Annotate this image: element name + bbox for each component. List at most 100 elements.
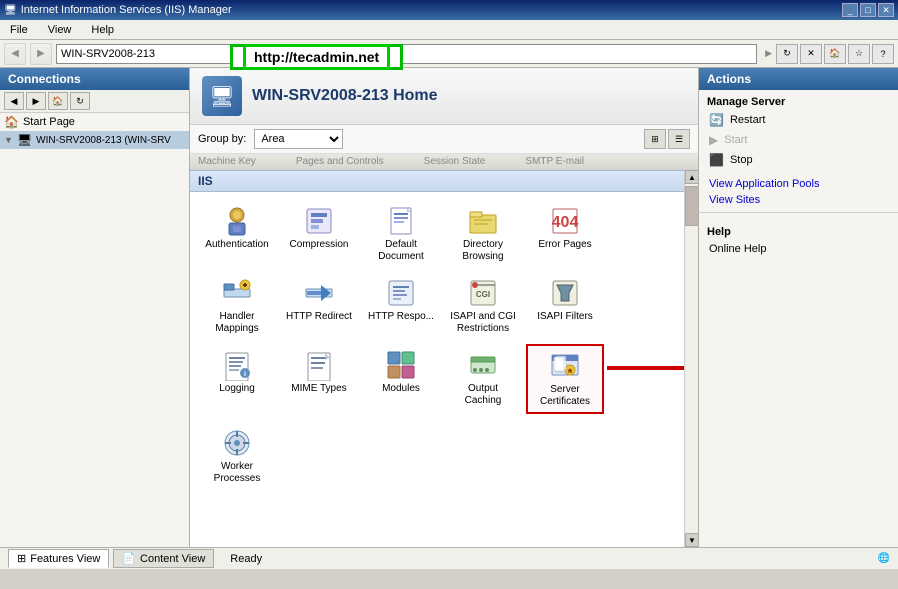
authentication-icon bbox=[221, 205, 253, 237]
prev-col-4: SMTP E-mail bbox=[525, 156, 584, 167]
help-nav-button[interactable]: ? bbox=[872, 44, 894, 64]
home-button[interactable]: 🏠 bbox=[824, 44, 846, 64]
view-app-pools-link[interactable]: View Application Pools bbox=[699, 176, 898, 192]
window-title: Internet Information Services (IIS) Mana… bbox=[21, 4, 232, 16]
minimize-button[interactable]: _ bbox=[842, 3, 858, 17]
menu-help[interactable]: Help bbox=[85, 22, 120, 38]
default-document-label: Default Document bbox=[367, 239, 435, 263]
mime-types-label: MIME Types bbox=[291, 383, 346, 395]
vertical-scrollbar[interactable]: ▲ ▼ bbox=[684, 170, 698, 547]
tab-content-view[interactable]: 📄 Content View bbox=[113, 549, 214, 568]
authentication-label: Authentication bbox=[205, 239, 268, 251]
error-pages-label: Error Pages bbox=[538, 239, 591, 251]
title-bar: 🖥 Internet Information Services (IIS) Ma… bbox=[0, 0, 898, 20]
content-area: 🖥 WIN-SRV2008-213 Home Group by: Area No… bbox=[190, 68, 698, 547]
scroll-thumb[interactable] bbox=[685, 186, 698, 226]
feature-modules[interactable]: Modules bbox=[362, 344, 440, 414]
http-redirect-label: HTTP Redirect bbox=[286, 311, 352, 323]
menu-view[interactable]: View bbox=[42, 22, 78, 38]
status-bar: ⊞ Features View 📄 Content View Ready 🌐 bbox=[0, 547, 898, 569]
status-tabs: ⊞ Features View 📄 Content View bbox=[8, 549, 214, 568]
feature-compression[interactable]: Compression bbox=[280, 200, 358, 268]
tab-features-view[interactable]: ⊞ Features View bbox=[8, 549, 109, 568]
prev-row: Machine Key Pages and Controls Session S… bbox=[190, 154, 698, 170]
sidebar-header: Connections bbox=[0, 68, 189, 90]
address-bar: ◀ ▶ ▶ http://tecadmin.net ↻ ✕ 🏠 ☆ ? bbox=[0, 40, 898, 68]
isapi-filters-label: ISAPI Filters bbox=[537, 311, 593, 323]
mime-types-icon bbox=[303, 349, 335, 381]
feature-authentication[interactable]: Authentication bbox=[198, 200, 276, 268]
feature-server-certificates[interactable]: ★ Server Certificates bbox=[526, 344, 604, 414]
sidebar-home-btn[interactable]: 🏠 bbox=[48, 92, 68, 110]
directory-browsing-label: Directory Browsing bbox=[449, 239, 517, 263]
start-page-icon: 🏠 bbox=[4, 115, 19, 129]
server-certificates-icon: ★ bbox=[549, 350, 581, 382]
sidebar-back-btn[interactable]: ◀ bbox=[4, 92, 24, 110]
prev-col-1: Machine Key bbox=[198, 156, 256, 167]
server-icon: 🖥 bbox=[17, 133, 32, 147]
menu-bar: File View Help bbox=[0, 20, 898, 40]
feature-logging[interactable]: i Logging bbox=[198, 344, 276, 414]
content-toolbar: Group by: Area No Grouping ⊞ ☰ bbox=[190, 125, 698, 154]
forward-button[interactable]: ▶ bbox=[30, 43, 52, 65]
prev-col-2: Pages and Controls bbox=[296, 156, 384, 167]
expand-icon: ▼ bbox=[4, 135, 13, 145]
logging-icon: i bbox=[221, 349, 253, 381]
address-input[interactable] bbox=[56, 44, 757, 64]
prev-col-3: Session State bbox=[424, 156, 486, 167]
feature-isapi-filters[interactable]: ISAPI Filters bbox=[526, 272, 604, 340]
svg-text:i: i bbox=[244, 371, 246, 378]
feature-output-caching[interactable]: Output Caching bbox=[444, 344, 522, 414]
maximize-button[interactable]: □ bbox=[860, 3, 876, 17]
feature-handler-mappings[interactable]: Handler Mappings bbox=[198, 272, 276, 340]
worker-processes-icon bbox=[221, 427, 253, 459]
sidebar-fwd-btn[interactable]: ▶ bbox=[26, 92, 46, 110]
http-redirect-icon bbox=[303, 277, 335, 309]
feature-mime-types[interactable]: MIME Types bbox=[280, 344, 358, 414]
server-certificates-label: Server Certificates bbox=[532, 384, 598, 408]
view-sites-link[interactable]: View Sites bbox=[699, 192, 898, 208]
http-response-label: HTTP Respo... bbox=[368, 311, 434, 323]
stop-nav-button[interactable]: ✕ bbox=[800, 44, 822, 64]
fav-button[interactable]: ☆ bbox=[848, 44, 870, 64]
sidebar-toolbar: ◀ ▶ 🏠 ↻ bbox=[0, 90, 189, 113]
isapi-filters-icon bbox=[549, 277, 581, 309]
scroll-down-button[interactable]: ▼ bbox=[685, 533, 698, 547]
sidebar-item-server[interactable]: ▼ 🖥 WIN-SRV2008-213 (WIN-SRV bbox=[0, 131, 189, 149]
sidebar-item-start-page[interactable]: 🏠 Start Page bbox=[0, 113, 189, 131]
feature-http-response[interactable]: HTTP Respo... bbox=[362, 272, 440, 340]
svg-text:CGI: CGI bbox=[476, 290, 490, 299]
http-response-icon bbox=[385, 277, 417, 309]
content-title: WIN-SRV2008-213 Home bbox=[252, 87, 438, 105]
feature-worker-processes[interactable]: Worker Processes bbox=[198, 422, 276, 490]
feature-default-document[interactable]: Default Document bbox=[362, 200, 440, 268]
groupby-select[interactable]: Area No Grouping bbox=[254, 129, 343, 149]
feature-http-redirect[interactable]: HTTP Redirect bbox=[280, 272, 358, 340]
feature-error-pages[interactable]: 404 Error Pages bbox=[526, 200, 604, 268]
content-scroll-area: IIS Authentication bbox=[190, 170, 698, 547]
directory-browsing-icon bbox=[467, 205, 499, 237]
view-icons-btn[interactable]: ⊞ bbox=[644, 129, 666, 149]
scroll-up-button[interactable]: ▲ bbox=[685, 170, 698, 184]
manage-server-label: Manage Server bbox=[699, 90, 898, 110]
back-button[interactable]: ◀ bbox=[4, 43, 26, 65]
actions-panel: Actions Manage Server 🔄 Restart ▶ Start … bbox=[698, 68, 898, 547]
window-controls: _ □ ✕ bbox=[842, 3, 894, 17]
view-list-btn[interactable]: ☰ bbox=[668, 129, 690, 149]
feature-isapi-cgi[interactable]: CGI ISAPI and CGI Restrictions bbox=[444, 272, 522, 340]
feature-directory-browsing[interactable]: Directory Browsing bbox=[444, 200, 522, 268]
menu-file[interactable]: File bbox=[4, 22, 34, 38]
features-view-icon: ⊞ bbox=[17, 552, 26, 565]
status-right: 🌐 bbox=[878, 553, 890, 564]
refresh-button[interactable]: ↻ bbox=[776, 44, 798, 64]
groupby-label: Group by: bbox=[198, 133, 246, 145]
start-button[interactable]: ▶ Start bbox=[699, 130, 898, 150]
close-button[interactable]: ✕ bbox=[878, 3, 894, 17]
iis-section-header: IIS bbox=[190, 170, 684, 192]
restart-button[interactable]: 🔄 Restart bbox=[699, 110, 898, 130]
online-help-button[interactable]: Online Help bbox=[699, 240, 898, 258]
server-large-icon: 🖥 bbox=[202, 76, 242, 116]
features-scroll: IIS Authentication bbox=[190, 170, 684, 547]
sidebar-refresh-btn[interactable]: ↻ bbox=[70, 92, 90, 110]
stop-button[interactable]: ⬛ Stop bbox=[699, 150, 898, 170]
